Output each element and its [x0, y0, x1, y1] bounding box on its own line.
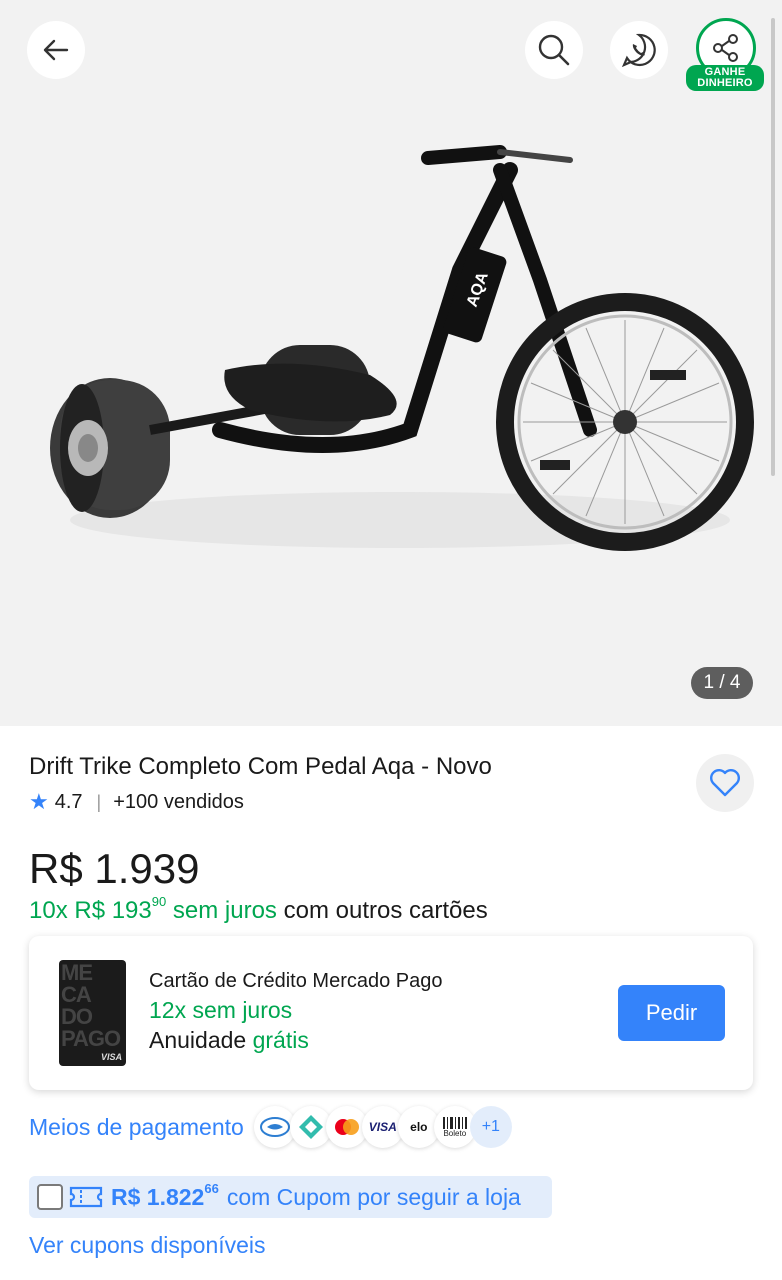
coupon-checkbox[interactable]	[37, 1184, 63, 1210]
price: R$ 1.939	[29, 845, 200, 892]
share-earn-button[interactable]: GANHE DINHEIRO	[686, 18, 766, 96]
product-image[interactable]: AQA	[30, 130, 760, 560]
sold-count: +100 vendidos	[113, 790, 244, 813]
card-offer-title: Cartão de Crédito Mercado Pago	[149, 970, 443, 992]
image-counter: 1 / 4	[691, 667, 753, 699]
coupon-text: com Cupom por seguir a loja	[226, 1183, 521, 1210]
whatsapp-share-button[interactable]	[610, 21, 668, 79]
product-gallery[interactable]: AQA GANHE DINHEIRO 1 / 4	[0, 0, 782, 726]
card-brand: VISA	[100, 1052, 122, 1062]
credit-card-image: ME CA DO PAGO VISA	[59, 960, 126, 1066]
share-icon	[713, 34, 738, 62]
payment-methods-row[interactable]: Meios de pagamento VISA elo Boleto +1	[29, 1105, 512, 1149]
star-icon: ★	[29, 789, 49, 814]
order-card-button[interactable]: Pedir	[618, 985, 725, 1041]
credit-card-offer[interactable]: ME CA DO PAGO VISA Cartão de Crédito Mer…	[29, 936, 753, 1090]
product-title: Drift Trike Completo Com Pedal Aqa - Nov…	[29, 753, 492, 780]
coupon-amount: R$ 1.82266	[111, 1180, 219, 1210]
more-payment-methods[interactable]: +1	[469, 1106, 512, 1148]
card-letters: ME CA DO PAGO	[61, 960, 121, 1051]
share-earn-badge: GANHE DINHEIRO	[686, 65, 764, 91]
search-icon	[538, 34, 570, 66]
scrollbar[interactable]	[771, 18, 775, 476]
favorite-button[interactable]	[696, 754, 754, 812]
heart-icon	[710, 769, 740, 797]
rating-row[interactable]: ★ 4.7 | +100 vendidos	[29, 789, 244, 815]
payment-methods-link[interactable]: Meios de pagamento	[29, 1114, 244, 1141]
whatsapp-icon	[621, 33, 656, 68]
installments-amount: 10x R$ 19390 sem juros	[29, 894, 277, 924]
search-button[interactable]	[525, 21, 583, 79]
coupon-option[interactable]: R$ 1.82266 com Cupom por seguir a loja	[29, 1176, 552, 1218]
divider: |	[96, 791, 102, 812]
card-offer-installments: 12x sem juros	[149, 997, 293, 1023]
rating-value: 4.7	[54, 790, 83, 813]
see-coupons-link[interactable]: Ver cupons disponíveis	[29, 1232, 266, 1259]
card-offer-fee: Anuidade grátis	[149, 1027, 309, 1053]
arrow-left-icon	[43, 39, 69, 61]
installments-suffix: com outros cartões	[283, 897, 488, 924]
back-button[interactable]	[27, 21, 85, 79]
installments-info: 10x R$ 19390 sem juros com outros cartõe…	[29, 894, 488, 925]
ticket-icon	[69, 1186, 103, 1208]
